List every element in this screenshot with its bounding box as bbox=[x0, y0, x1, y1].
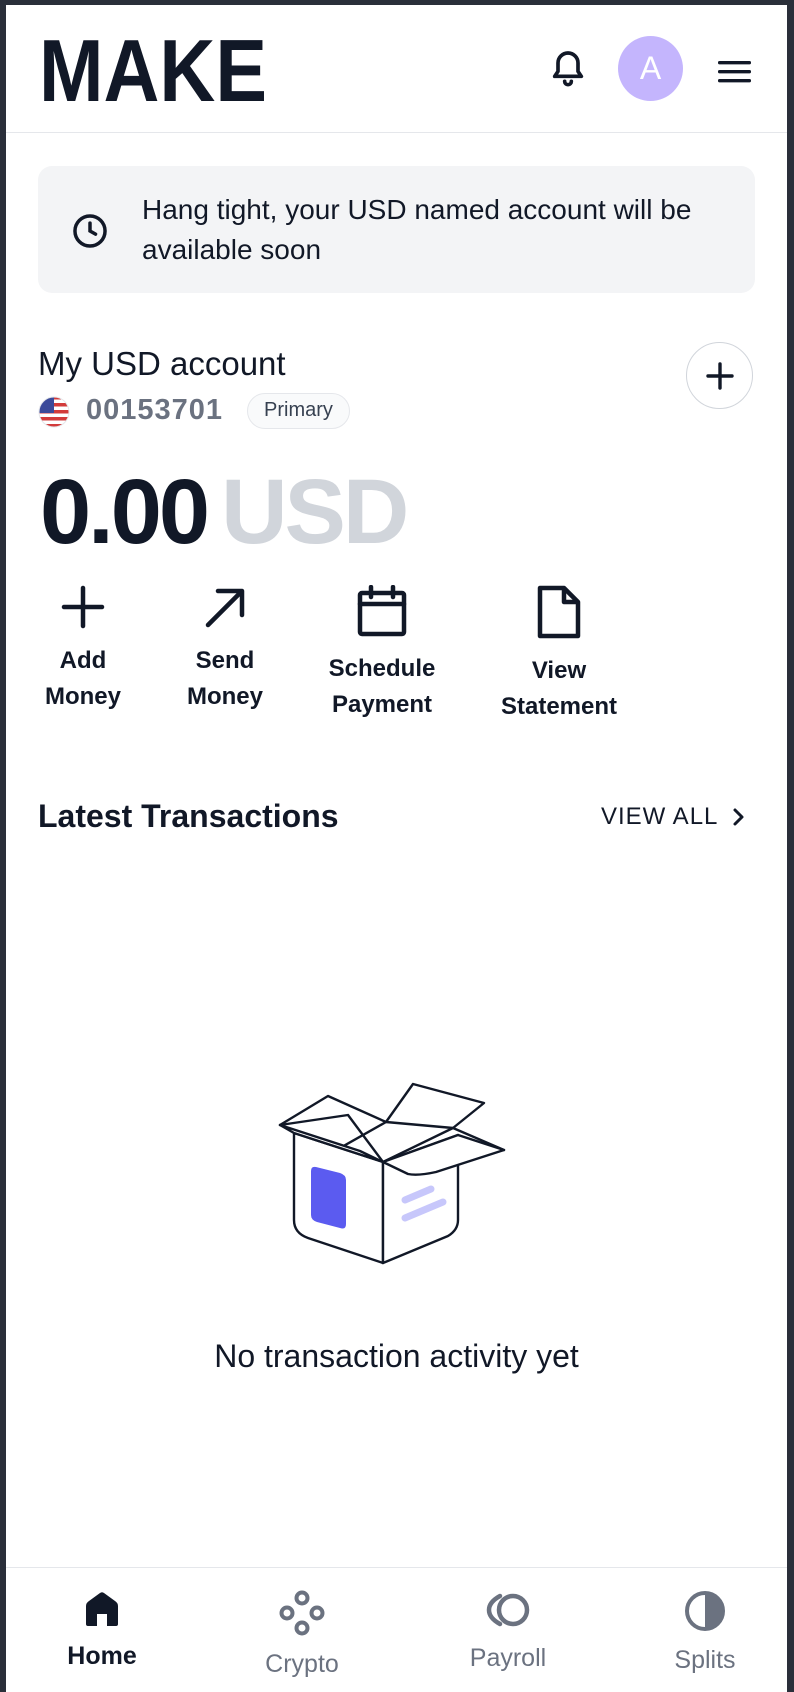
empty-box-illustration bbox=[278, 1082, 506, 1265]
make-logo[interactable]: MAKE bbox=[39, 37, 271, 105]
view-statement-label-1: View bbox=[531, 657, 587, 684]
add-money-label-2: Money bbox=[44, 683, 121, 710]
plus-icon bbox=[705, 361, 734, 390]
view-all-link[interactable]: VIEW ALL bbox=[601, 803, 746, 831]
nav-item-crypto[interactable]: Crypto bbox=[222, 1590, 382, 1679]
schedule-payment-button[interactable]: Schedule Payment bbox=[312, 585, 452, 723]
info-banner: Hang tight, your USD named account will … bbox=[38, 166, 755, 293]
nav-label-splits: Splits bbox=[674, 1646, 736, 1674]
us-flag-icon bbox=[38, 396, 70, 428]
crypto-icon bbox=[279, 1590, 325, 1636]
plus-icon bbox=[61, 585, 105, 629]
add-money-label-1: Add bbox=[59, 647, 107, 674]
view-all-label: VIEW ALL bbox=[601, 803, 719, 830]
empty-state-text: No transaction activity yet bbox=[214, 1338, 579, 1374]
nav-label-home: Home bbox=[67, 1642, 137, 1670]
banner-text: Hang tight, your USD named account will … bbox=[142, 194, 692, 265]
hamburger-menu-icon[interactable] bbox=[718, 59, 751, 85]
bottom-nav: Home Crypto Payroll Splits bbox=[6, 1567, 787, 1692]
account-number: 00153701 bbox=[86, 394, 224, 426]
payroll-icon bbox=[486, 1593, 530, 1627]
nav-label-crypto: Crypto bbox=[265, 1650, 339, 1678]
send-money-label-1: Send bbox=[195, 647, 255, 674]
primary-badge: Primary bbox=[247, 393, 350, 429]
header: MAKE A bbox=[6, 5, 787, 133]
account-title: My USD account bbox=[38, 345, 286, 382]
calendar-icon bbox=[357, 585, 407, 637]
add-money-button[interactable]: Add Money bbox=[13, 585, 153, 715]
balance: 0.00 USD bbox=[40, 457, 409, 567]
document-icon bbox=[537, 585, 581, 639]
schedule-payment-label-1: Schedule bbox=[328, 655, 436, 682]
view-statement-button[interactable]: View Statement bbox=[489, 585, 629, 725]
bell-icon[interactable] bbox=[548, 47, 588, 89]
balance-currency: USD bbox=[221, 461, 409, 563]
clock-icon bbox=[73, 214, 107, 248]
splits-icon bbox=[685, 1591, 725, 1631]
add-account-button[interactable] bbox=[686, 342, 753, 409]
balance-amount: 0.00 bbox=[40, 461, 210, 563]
app-frame: MAKE A Hang tight, your USD named accoun… bbox=[6, 5, 787, 1692]
nav-item-splits[interactable]: Splits bbox=[625, 1590, 785, 1675]
view-statement-label-2: Statement bbox=[500, 693, 618, 720]
avatar-initial: A bbox=[639, 50, 662, 86]
chevron-right-icon bbox=[733, 808, 744, 826]
nav-label-payroll: Payroll bbox=[469, 1644, 547, 1672]
logo-text: MAKE bbox=[39, 37, 267, 105]
schedule-payment-label-2: Payment bbox=[331, 691, 433, 718]
latest-transactions-title: Latest Transactions bbox=[38, 798, 339, 834]
nav-item-payroll[interactable]: Payroll bbox=[428, 1590, 588, 1673]
nav-item-home[interactable]: Home bbox=[22, 1590, 182, 1671]
avatar[interactable]: A bbox=[618, 36, 683, 101]
send-money-label-2: Money bbox=[186, 683, 263, 710]
arrow-up-right-icon bbox=[205, 588, 245, 628]
send-money-button[interactable]: Send Money bbox=[155, 585, 295, 715]
home-icon bbox=[86, 1592, 118, 1626]
